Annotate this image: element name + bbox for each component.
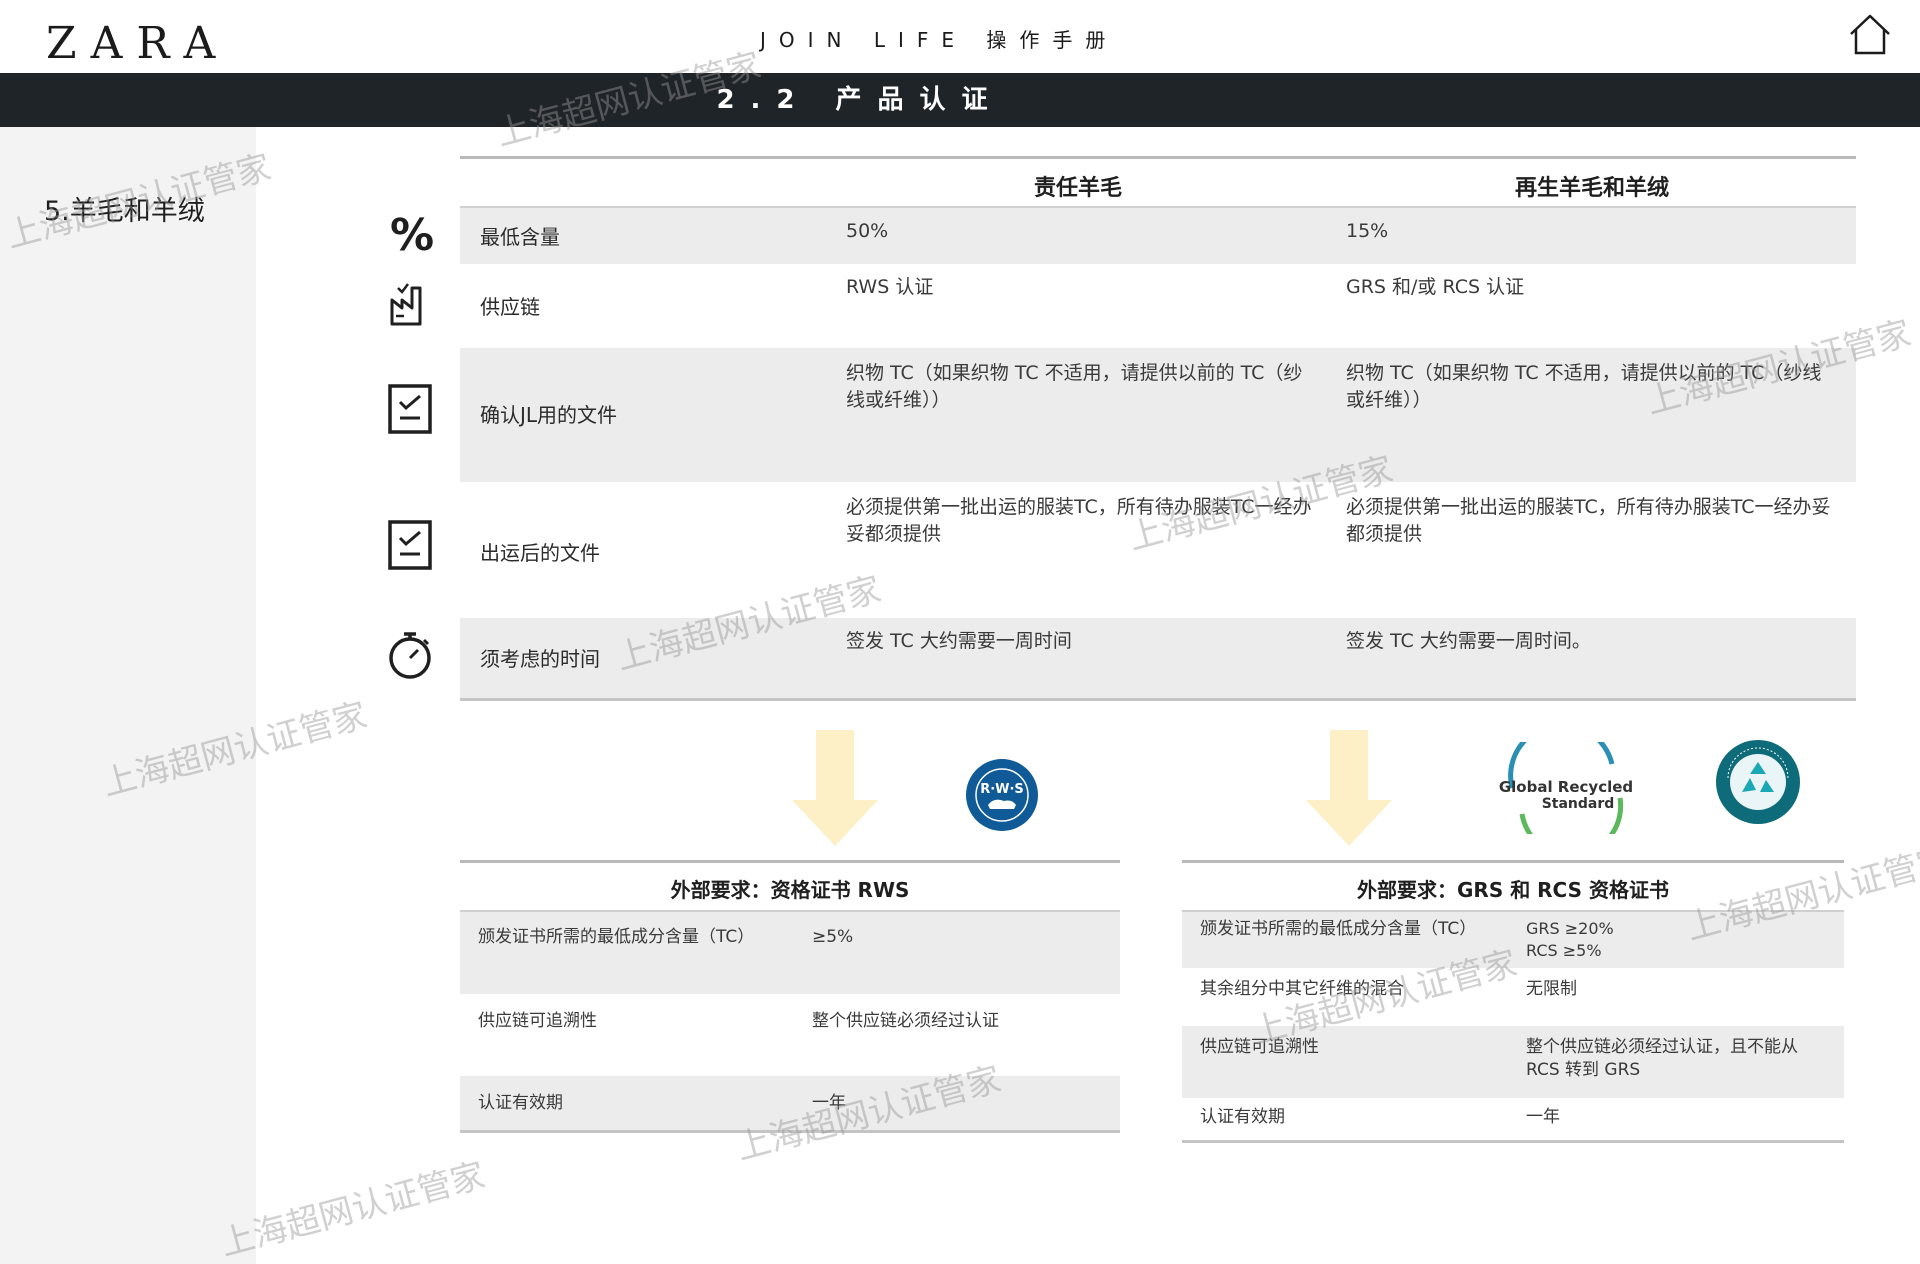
rws-logo: R·W·S — [964, 757, 1040, 833]
table-cell: RWS 认证 — [846, 276, 934, 298]
section-bar: 2.2 产品认证 — [0, 73, 1920, 127]
svg-text:R·W·S: R·W·S — [980, 782, 1024, 797]
table-bottom-rule — [460, 1130, 1120, 1133]
row-label: 其余组分中其它纤维的混合 — [1200, 979, 1404, 999]
table-bottom-rule — [460, 698, 1856, 701]
column-header-recycled-wool: 再生羊毛和羊绒 — [1514, 176, 1669, 201]
row-label: 供应链可追溯性 — [478, 1011, 597, 1031]
rws-table-title: 外部要求：资格证书 RWS — [670, 878, 910, 902]
table-bottom-rule — [1182, 1140, 1844, 1143]
table-cell: 整个供应链必须经过认证，且不能从 RCS 转到 GRS — [1526, 1037, 1798, 1080]
table-top-rule — [460, 156, 1856, 159]
row-label: 最低含量 — [480, 225, 560, 249]
grs-rcs-requirements-table: 外部要求：GRS 和 RCS 资格证书 颁发证书所需的最低成分含量（TC） GR… — [1182, 860, 1844, 1146]
row-label: 颁发证书所需的最低成分含量（TC） — [1200, 919, 1477, 939]
column-header-responsible-wool: 责任羊毛 — [1033, 176, 1122, 201]
table-cell: 必须提供第一批出运的服装TC，所有待办服装TC一经办妥都须提供 — [1346, 496, 1831, 545]
svg-text:%: % — [390, 210, 434, 260]
table-row: 颁发证书所需的最低成分含量（TC） GRS ≥20% RCS ≥5% — [1182, 912, 1844, 968]
row-label: 须考虑的时间 — [480, 647, 600, 671]
table-row: 认证有效期 一年 — [460, 1076, 1120, 1130]
table-cell: 无限制 — [1526, 979, 1577, 999]
percent-icon: % — [384, 206, 438, 261]
table-cell: 一年 — [812, 1093, 846, 1113]
table-row: 须考虑的时间 签发 TC 大约需要一周时间 签发 TC 大约需要一周时间。 — [460, 618, 1856, 698]
rws-requirements-table: 外部要求：资格证书 RWS 颁发证书所需的最低成分含量（TC） ≥5% 供应链可… — [460, 860, 1120, 1136]
row-label: 确认JL用的文件 — [480, 403, 618, 427]
table-top-rule — [460, 860, 1120, 863]
sidebar: 5.羊毛和羊绒 — [0, 127, 256, 1264]
checklist-icon — [384, 518, 438, 572]
table-row: 最低含量 50% 15% — [460, 208, 1856, 264]
table-cell: 织物 TC（如果织物 TC 不适用，请提供以前的 TC（纱线或纤维）） — [1346, 362, 1822, 411]
table-row: 供应链 RWS 认证 GRS 和/或 RCS 认证 — [460, 264, 1856, 348]
table-cell: GRS ≥20% RCS ≥5% — [1526, 919, 1614, 960]
table-row: 其余组分中其它纤维的混合 无限制 — [1182, 968, 1844, 1026]
stopwatch-icon — [384, 628, 438, 682]
table-cell: 必须提供第一批出运的服装TC，所有待办服装TC一经办妥都须提供 — [846, 496, 1312, 545]
section-title: 2.2 产品认证 — [716, 85, 1004, 115]
table-cell: 整个供应链必须经过认证 — [812, 1011, 999, 1031]
table-row: 供应链可追溯性 整个供应链必须经过认证，且不能从 RCS 转到 GRS — [1182, 1026, 1844, 1098]
table-row: 出运后的文件 必须提供第一批出运的服装TC，所有待办服装TC一经办妥都须提供 必… — [460, 482, 1856, 618]
row-label: 出运后的文件 — [480, 541, 600, 565]
row-label: 颁发证书所需的最低成分含量（TC） — [478, 927, 755, 947]
table-cell: GRS 和/或 RCS 认证 — [1346, 276, 1525, 298]
row-label: 供应链可追溯性 — [1200, 1037, 1319, 1057]
table-row: 供应链可追溯性 整个供应链必须经过认证 — [460, 994, 1120, 1076]
table-cell: 签发 TC 大约需要一周时间 — [846, 630, 1072, 652]
table-cell: 一年 — [1526, 1107, 1560, 1127]
home-icon[interactable] — [1846, 12, 1894, 58]
arrow-down-icon — [790, 730, 880, 848]
row-label: 认证有效期 — [478, 1093, 563, 1113]
table-row: 确认JL用的文件 织物 TC（如果织物 TC 不适用，请提供以前的 TC（纱线或… — [460, 348, 1856, 482]
row-label: 供应链 — [480, 295, 540, 319]
grs-logo-text: Global Recycled — [1499, 778, 1633, 796]
row-label: 认证有效期 — [1200, 1107, 1285, 1127]
table-cell: 50% — [846, 220, 889, 242]
table-row: 认证有效期 一年 — [1182, 1098, 1844, 1138]
factory-icon — [384, 276, 438, 330]
rcs-logo — [1714, 738, 1802, 826]
arrow-down-icon — [1304, 730, 1394, 848]
header-title: JOIN LIFE 操作手册 — [760, 28, 1119, 52]
sidebar-item-wool[interactable]: 5.羊毛和羊绒 — [44, 189, 205, 228]
table-top-rule — [1182, 860, 1844, 863]
table-cell: 15% — [1346, 220, 1389, 242]
grs-table-title: 外部要求：GRS 和 RCS 资格证书 — [1357, 878, 1669, 902]
checklist-icon — [384, 382, 438, 436]
table-cell: 织物 TC（如果织物 TC 不适用，请提供以前的 TC（纱线或纤维）） — [846, 362, 1303, 411]
table-cell: ≥5% — [812, 927, 854, 947]
grs-logo-text: Standard — [1542, 796, 1615, 812]
zara-logo: ZARA — [46, 18, 230, 69]
table-cell: 签发 TC 大约需要一周时间。 — [1346, 630, 1591, 652]
grs-logo: Global Recycled Standard — [1492, 722, 1642, 859]
table-row: 颁发证书所需的最低成分含量（TC） ≥5% — [460, 912, 1120, 994]
